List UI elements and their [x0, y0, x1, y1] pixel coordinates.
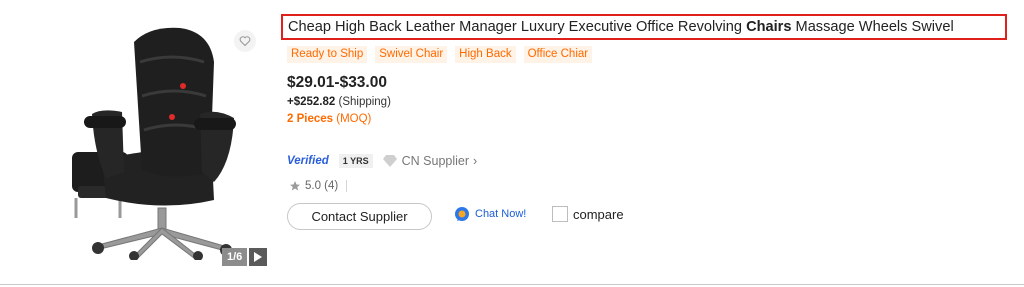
contact-supplier-button[interactable]: Contact Supplier — [287, 203, 432, 230]
compare-label: compare — [573, 206, 624, 222]
compare-checkbox[interactable] — [552, 206, 568, 222]
product-tags: Ready to Ship Swivel Chair High Back Off… — [287, 46, 593, 63]
years-badge: 1 YRS — [338, 154, 373, 168]
favorite-button[interactable] — [234, 30, 256, 52]
price-range: $29.01-$33.00 — [287, 74, 387, 91]
compare-toggle[interactable]: compare — [552, 206, 624, 222]
product-image-area[interactable]: 1/6 — [62, 22, 270, 270]
title-text-part1: Cheap High Back Leather Manager Luxury E… — [288, 19, 747, 35]
product-image[interactable] — [62, 22, 262, 260]
tag-swivel-chair[interactable]: Swivel Chair — [375, 46, 448, 63]
play-video-button[interactable] — [249, 248, 268, 266]
diamond-icon — [382, 155, 397, 167]
minimum-order-quantity: 2 Pieces (MOQ) — [287, 113, 371, 125]
heart-icon — [239, 36, 251, 47]
image-counter-text: 1/6 — [222, 248, 248, 266]
divider — [0, 284, 1024, 285]
tag-ready-to-ship[interactable]: Ready to Ship — [287, 46, 368, 63]
chat-now-button[interactable]: Chat Now! — [455, 207, 526, 221]
moq-label: (MOQ) — [333, 113, 372, 125]
contact-supplier-label: Contact Supplier — [311, 209, 408, 224]
image-counter: 1/6 — [222, 248, 268, 266]
title-keyword: Chairs — [746, 19, 792, 35]
shipping-cost: +$252.82 (Shipping) — [287, 96, 391, 108]
rating-divider — [346, 180, 348, 192]
rating-text: 5.0 (4) — [305, 180, 339, 192]
supplier-type[interactable]: CN Supplier — [402, 154, 469, 168]
chat-now-label: Chat Now! — [475, 208, 527, 220]
tag-office-chiar[interactable]: Office Chiar — [523, 46, 593, 63]
chevron-right-icon: › — [473, 154, 478, 168]
rating[interactable]: 5.0 (4) — [289, 178, 348, 194]
product-title-link[interactable]: Cheap High Back Leather Manager Luxury E… — [281, 14, 1007, 40]
chat-icon — [455, 207, 469, 221]
product-card: 1/6 Cheap High Back Leather Manager Luxu… — [0, 0, 1024, 287]
star-icon — [290, 181, 300, 191]
title-text-part2: Massage Wheels Swivel — [791, 19, 954, 35]
supplier-info[interactable]: Verified 1 YRS CN Supplier › — [287, 153, 477, 169]
moq-value: 2 Pieces — [287, 113, 334, 125]
tag-high-back[interactable]: High Back — [455, 46, 516, 63]
verified-badge: Verified — [287, 155, 329, 167]
shipping-amount: +$252.82 — [287, 96, 336, 108]
play-icon — [254, 252, 263, 262]
shipping-label: (Shipping) — [335, 96, 391, 108]
